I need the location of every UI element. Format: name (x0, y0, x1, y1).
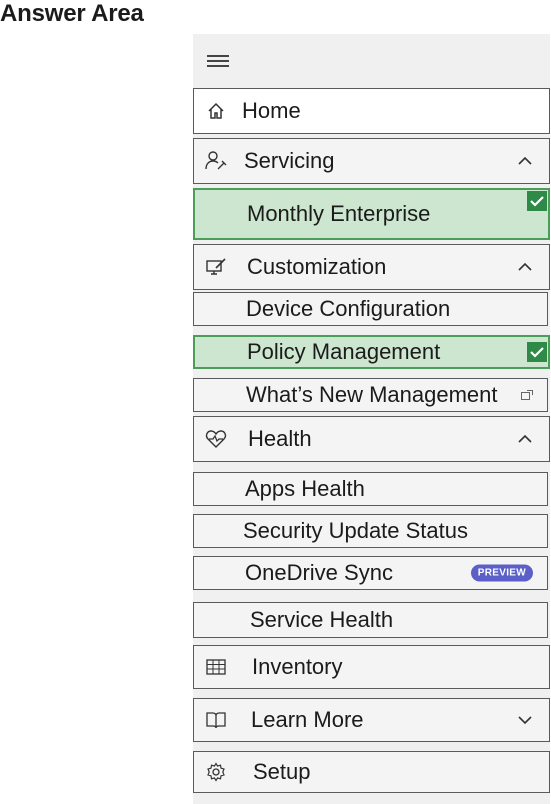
gear-icon (204, 760, 228, 784)
nav-subitem-whats-new-management[interactable]: What’s New Management (193, 378, 548, 412)
nav-item-inventory-label: Inventory (252, 654, 343, 679)
checkmark-icon (527, 191, 547, 211)
hamburger-menu-button[interactable] (193, 38, 550, 84)
nav-item-learn-more-label: Learn More (251, 707, 364, 732)
nav-item-health-label: Health (248, 426, 312, 451)
nav-item-health[interactable]: Health (193, 416, 550, 462)
checkmark-icon (527, 342, 547, 362)
nav-subitem-policy-management[interactable]: Policy Management (193, 335, 550, 369)
table-icon (204, 655, 228, 679)
nav-subitem-security-update-status[interactable]: Security Update Status (193, 514, 548, 548)
chevron-up-icon[interactable] (517, 433, 533, 445)
nav-item-inventory[interactable]: Inventory (193, 645, 550, 689)
nav-subitem-apps-health-label: Apps Health (245, 476, 365, 501)
book-icon (204, 708, 228, 732)
nav-item-customization-label: Customization (247, 254, 387, 279)
nav-subitem-whats-new-management-label: What’s New Management (246, 382, 498, 407)
people-wrench-icon (204, 149, 228, 173)
nav-item-setup-label: Setup (253, 759, 311, 784)
home-icon (204, 99, 228, 123)
heart-pulse-icon (204, 427, 228, 451)
preview-badge: PREVIEW (470, 564, 533, 582)
nav-subitem-onedrive-sync-label: OneDrive Sync (245, 560, 393, 585)
nav-subitem-device-configuration[interactable]: Device Configuration (193, 292, 548, 326)
external-link-icon (521, 390, 533, 400)
nav-subitem-apps-health[interactable]: Apps Health (193, 472, 548, 506)
chevron-down-icon[interactable] (517, 714, 533, 726)
nav-item-home-label: Home (242, 98, 301, 123)
nav-subitem-policy-management-label: Policy Management (247, 339, 441, 364)
nav-subitem-monthly-enterprise[interactable]: Monthly Enterprise (193, 188, 550, 240)
nav-subitem-service-health-label: Service Health (250, 607, 394, 632)
nav-item-servicing-label: Servicing (244, 148, 335, 173)
nav-subitem-security-update-status-label: Security Update Status (243, 518, 469, 543)
nav-subitem-onedrive-sync[interactable]: OneDrive Sync PREVIEW (193, 556, 548, 590)
chevron-up-icon[interactable] (517, 155, 533, 167)
nav-item-customization[interactable]: Customization (193, 244, 550, 290)
hamburger-icon (207, 55, 229, 67)
nav-subitem-service-health[interactable]: Service Health (193, 602, 548, 638)
nav-subitem-monthly-enterprise-label: Monthly Enterprise (247, 201, 431, 226)
nav-item-home[interactable]: Home (193, 88, 550, 134)
nav-item-servicing[interactable]: Servicing (193, 138, 550, 184)
nav-item-learn-more[interactable]: Learn More (193, 698, 550, 742)
chevron-up-icon[interactable] (517, 261, 533, 273)
answer-area-title: Answer Area (0, 0, 144, 27)
nav-item-setup[interactable]: Setup (193, 751, 550, 793)
nav-subitem-device-configuration-label: Device Configuration (246, 296, 451, 321)
pen-monitor-icon (204, 255, 228, 279)
